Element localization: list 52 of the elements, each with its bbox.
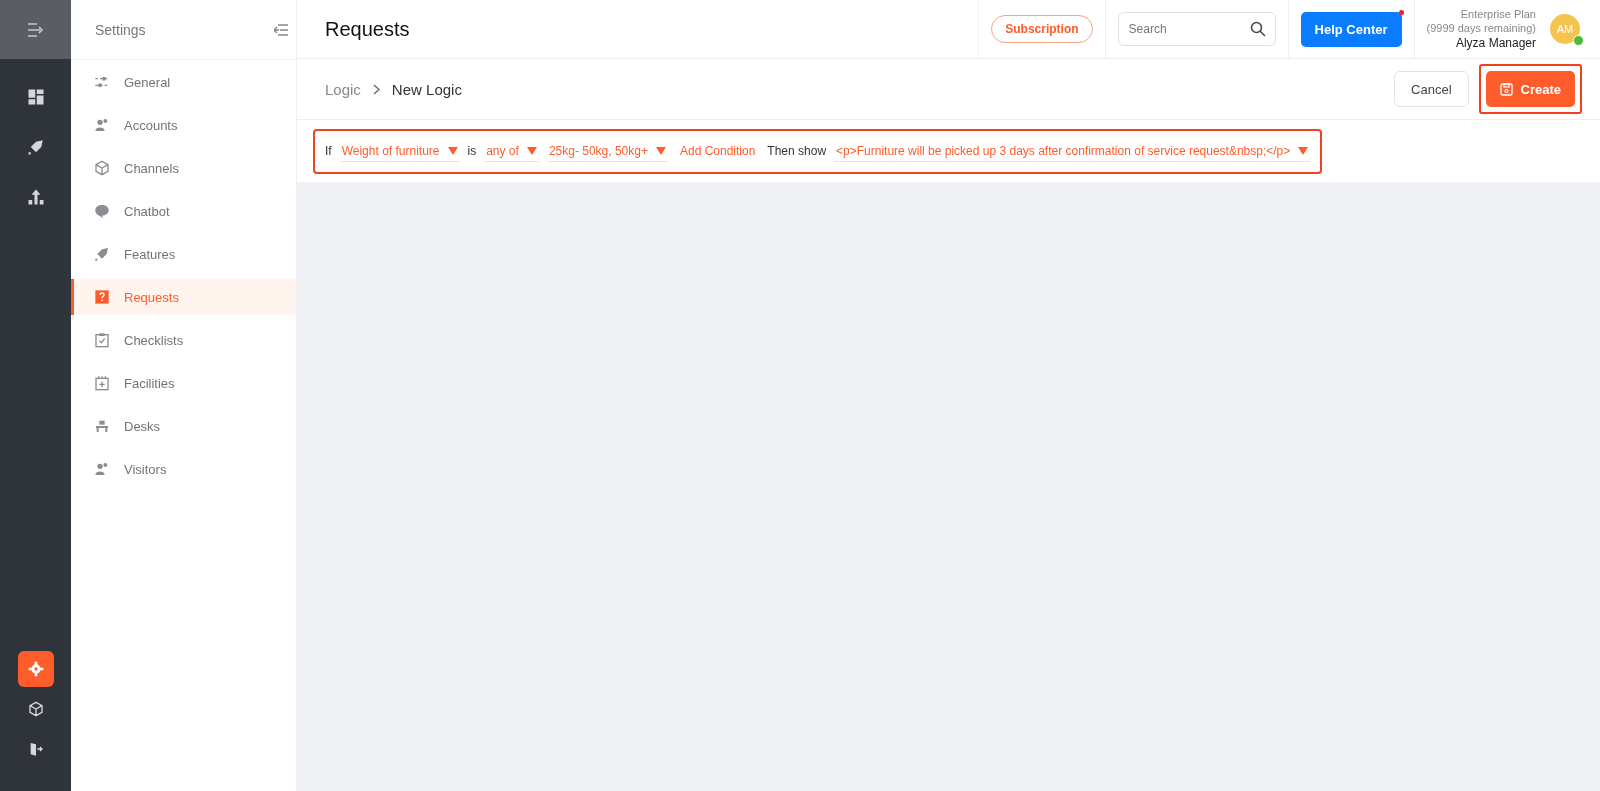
user-name: Alyza Manager: [1455, 35, 1536, 51]
cube-icon: [27, 701, 44, 717]
sidebar-item[interactable]: Desks: [71, 408, 296, 444]
page-title: Requests: [324, 17, 411, 41]
sidebar-item[interactable]: Requests: [71, 279, 296, 315]
help-center-button[interactable]: Help Center: [1300, 11, 1402, 47]
question-icon: [94, 289, 110, 305]
sidebar-title: Settings: [95, 21, 146, 38]
bubble-icon: [94, 203, 110, 219]
caret-icon: [526, 146, 537, 155]
dashboard-icon: [26, 88, 45, 106]
caret-icon: [447, 146, 458, 155]
sidebar-item[interactable]: Chatbot: [71, 193, 296, 229]
condition-label: If: [325, 144, 332, 158]
sidebar-item[interactable]: Facilities: [71, 365, 296, 401]
sidebar-item[interactable]: Channels: [71, 150, 296, 186]
caret-icon: [1298, 146, 1309, 155]
condition-label: is: [467, 144, 477, 158]
add-condition-link[interactable]: Add Condition: [679, 144, 756, 158]
condition-dropdown[interactable]: Weight of furniture: [339, 140, 460, 162]
cube-icon: [94, 160, 110, 176]
create-button[interactable]: Create: [1485, 71, 1575, 107]
cancel-button[interactable]: Cancel: [1394, 71, 1469, 107]
sliders-icon: [94, 74, 110, 90]
condition-label: Then show: [767, 144, 827, 158]
collapse-icon[interactable]: [274, 23, 288, 36]
chevron-icon: [372, 83, 380, 95]
search-field[interactable]: Search: [1117, 12, 1276, 46]
sidebar-item[interactable]: Accounts: [71, 107, 296, 143]
users-icon: [94, 117, 110, 133]
caret-icon: [655, 146, 666, 155]
condition-dropdown[interactable]: <p>Furniture will be picked up 3 days after confirmation of service request&nbsp;</p>: [834, 140, 1311, 162]
save-icon: [1499, 82, 1513, 96]
sidebar-item[interactable]: Checklists: [71, 322, 296, 358]
subscription-button[interactable]: Subscription: [991, 15, 1093, 43]
condition-dropdown[interactable]: any of: [484, 140, 539, 162]
days-remaining: (9999 days remaining): [1426, 21, 1536, 35]
clipboard-icon: [94, 332, 110, 348]
breadcrumb-item: New Logic: [391, 80, 462, 98]
users-icon: [94, 461, 110, 477]
condition-dropdown[interactable]: 25kg- 50kg, 50kg+: [546, 140, 668, 162]
expand-menu-icon[interactable]: [27, 22, 44, 37]
plan-label: Enterprise Plan: [1460, 7, 1536, 21]
desk-icon: [94, 418, 110, 434]
search-icon: [1249, 21, 1266, 37]
sidebar-item[interactable]: Features: [71, 236, 296, 272]
breadcrumb-item[interactable]: Logic: [325, 80, 361, 98]
upload-icon: [26, 188, 45, 206]
sidebar-item[interactable]: General: [71, 64, 296, 100]
sidebar-item[interactable]: Visitors: [71, 451, 296, 487]
rail-button[interactable]: [17, 651, 54, 687]
calendar-icon: [94, 375, 110, 391]
